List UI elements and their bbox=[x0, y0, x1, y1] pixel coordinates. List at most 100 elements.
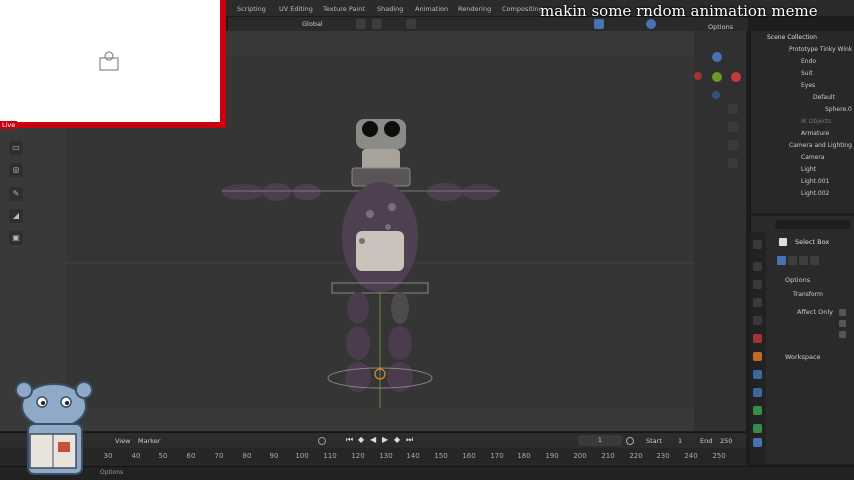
measure-tool-icon[interactable]: ◢ bbox=[9, 209, 23, 223]
play-icon[interactable]: ▶ bbox=[382, 435, 388, 444]
status-options[interactable]: Options bbox=[100, 469, 123, 476]
zoom-icon[interactable] bbox=[728, 104, 738, 114]
frame-tick: 210 bbox=[601, 452, 615, 460]
solid-shading-icon[interactable] bbox=[646, 19, 656, 29]
webcam-overlay-frame bbox=[0, 0, 226, 128]
outliner-item[interactable]: Light.001 bbox=[801, 178, 829, 189]
mascot-sticker bbox=[15, 381, 93, 475]
tab-shading[interactable]: Shading bbox=[377, 5, 403, 13]
outliner-item[interactable]: Armature bbox=[801, 130, 829, 141]
frame-tick: 170 bbox=[490, 452, 504, 460]
annotate-tool-icon[interactable]: ✎ bbox=[9, 187, 23, 201]
orientation-dropdown[interactable]: Global bbox=[302, 20, 323, 28]
gizmo-x-axis[interactable] bbox=[731, 72, 741, 82]
gizmo-neg-x-axis[interactable] bbox=[694, 72, 702, 80]
play-reverse-icon[interactable]: ◀ bbox=[370, 435, 376, 444]
jump-start-icon[interactable]: ⏮ bbox=[346, 435, 353, 445]
frame-tick: 90 bbox=[269, 452, 279, 460]
options-section[interactable]: Options bbox=[785, 276, 810, 284]
tab-animation[interactable]: Animation bbox=[415, 5, 448, 13]
data-tab-icon[interactable] bbox=[753, 424, 762, 433]
properties-search-field[interactable] bbox=[775, 220, 851, 229]
frame-tick: 40 bbox=[131, 452, 141, 460]
output-tab-icon[interactable] bbox=[753, 280, 762, 289]
perspective-toggle-icon[interactable] bbox=[728, 158, 738, 168]
physics-tab-icon[interactable] bbox=[753, 388, 762, 397]
prev-key-icon[interactable]: ◆ bbox=[358, 435, 364, 444]
frame-tick: 230 bbox=[656, 452, 670, 460]
affect-origins-checkbox[interactable] bbox=[839, 309, 846, 316]
mode-intersect-icon[interactable] bbox=[810, 256, 819, 265]
cursor-tool-icon[interactable]: ◎ bbox=[9, 163, 23, 177]
current-frame-field[interactable]: 1 bbox=[578, 435, 622, 446]
options-dropdown[interactable]: Options bbox=[708, 23, 733, 31]
mode-extend-icon[interactable] bbox=[788, 256, 797, 265]
frame-tick: 60 bbox=[186, 452, 196, 460]
outliner-item[interactable]: Camera bbox=[801, 154, 825, 165]
outliner-item[interactable]: Light bbox=[801, 166, 816, 177]
frame-tick: 240 bbox=[684, 452, 698, 460]
gizmo-y-axis[interactable] bbox=[712, 72, 722, 82]
frame-tick: 110 bbox=[323, 452, 337, 460]
view-layer-tab-icon[interactable] bbox=[753, 298, 762, 307]
constraints-tab-icon[interactable] bbox=[753, 406, 762, 415]
tab-rendering[interactable]: Rendering bbox=[458, 5, 491, 13]
select-box-tool-icon[interactable]: ▭ bbox=[9, 141, 23, 155]
mode-subtract-icon[interactable] bbox=[799, 256, 808, 265]
stream-title-overlay: makin some rndom animation meme bbox=[540, 2, 818, 20]
auto-keying-icon[interactable] bbox=[318, 437, 326, 445]
pan-hand-icon[interactable] bbox=[728, 122, 738, 132]
frame-tick: 150 bbox=[434, 452, 448, 460]
proportional-edit-icon[interactable] bbox=[406, 19, 416, 29]
workspace-section[interactable]: Workspace bbox=[785, 353, 821, 361]
timeline-view-menu[interactable]: View bbox=[115, 437, 130, 445]
preview-range-icon[interactable] bbox=[626, 437, 634, 445]
start-frame-field[interactable]: 1 bbox=[678, 437, 682, 445]
outliner-item[interactable]: Camera and Lighting bbox=[789, 142, 852, 153]
frame-tick: 190 bbox=[545, 452, 559, 460]
outliner-item[interactable]: Light.002 bbox=[801, 190, 829, 201]
timeline-marker-menu[interactable]: Marker bbox=[138, 437, 160, 445]
frame-tick: 160 bbox=[462, 452, 476, 460]
affect-locations-checkbox[interactable] bbox=[839, 320, 846, 327]
outliner-item[interactable]: Default bbox=[813, 94, 835, 105]
modifier-tab-icon[interactable] bbox=[753, 370, 762, 379]
affect-only-label: Affect Only bbox=[797, 308, 834, 316]
outliner-item[interactable]: Prototype Tinky Wink bbox=[789, 46, 852, 57]
affect-parents-checkbox[interactable] bbox=[839, 331, 846, 338]
world-tab-icon[interactable] bbox=[753, 334, 762, 343]
transform-subsection[interactable]: Transform bbox=[793, 291, 823, 298]
tab-uv-editing[interactable]: UV Editing bbox=[279, 5, 313, 13]
object-tab-icon[interactable] bbox=[753, 352, 762, 361]
snap-icon[interactable] bbox=[372, 19, 382, 29]
outliner-item[interactable]: Sphere.0 bbox=[825, 106, 852, 117]
tool-tab-icon[interactable] bbox=[753, 240, 762, 249]
gizmo-z-axis[interactable] bbox=[712, 52, 722, 62]
outliner-item[interactable]: Suit bbox=[801, 70, 813, 81]
outliner-title[interactable]: Scene Collection bbox=[767, 34, 817, 45]
jump-end-icon[interactable]: ⏭ bbox=[406, 435, 413, 445]
properties-tabs bbox=[750, 232, 766, 464]
tab-compositing[interactable]: Compositing bbox=[502, 5, 543, 13]
add-cube-tool-icon[interactable]: ▣ bbox=[9, 231, 23, 245]
tab-scripting[interactable]: Scripting bbox=[237, 5, 266, 13]
mode-set-icon[interactable] bbox=[777, 256, 786, 265]
frame-tick: 120 bbox=[351, 452, 365, 460]
gizmo-neg-z-axis[interactable] bbox=[712, 91, 720, 99]
render-tab-icon[interactable] bbox=[753, 262, 762, 271]
outliner-item[interactable]: Eyes bbox=[801, 82, 815, 93]
frame-tick: 80 bbox=[242, 452, 252, 460]
active-tool-name: Select Box bbox=[795, 238, 830, 246]
overlay-icon[interactable] bbox=[594, 19, 604, 29]
status-bar: Options bbox=[0, 466, 854, 480]
end-frame-field[interactable]: 250 bbox=[720, 437, 732, 445]
frame-tick: 180 bbox=[517, 452, 531, 460]
scene-tab-icon[interactable] bbox=[753, 316, 762, 325]
tab-texture-paint[interactable]: Texture Paint bbox=[323, 5, 365, 13]
camera-view-icon[interactable] bbox=[728, 140, 738, 150]
pivot-icon[interactable] bbox=[356, 19, 366, 29]
outliner-item[interactable]: IK Objects bbox=[801, 118, 831, 129]
next-key-icon[interactable]: ◆ bbox=[394, 435, 400, 444]
texture-tab-icon[interactable] bbox=[753, 438, 762, 447]
outliner-item[interactable]: Endo bbox=[801, 58, 816, 69]
